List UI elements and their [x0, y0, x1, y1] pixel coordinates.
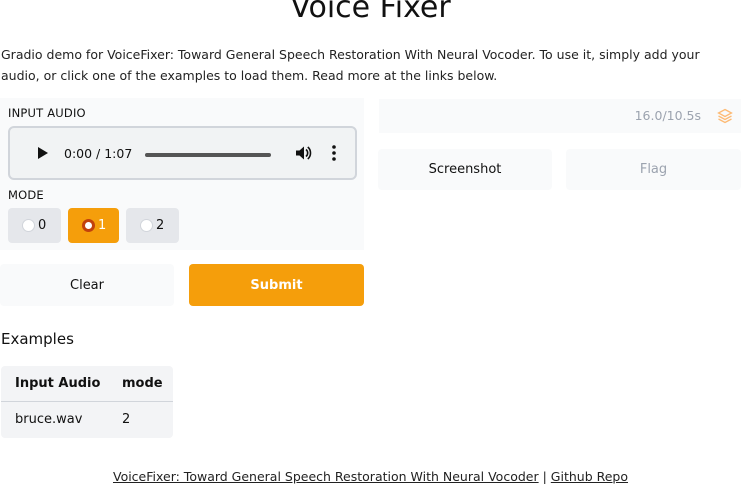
player-time: 0:00 / 1:07 — [64, 146, 133, 161]
footer: VoiceFixer: Toward General Speech Restor… — [0, 469, 741, 484]
audio-progress-bar[interactable] — [145, 153, 271, 157]
example-mode-cell[interactable]: 2 — [122, 412, 130, 427]
more-vertical-icon[interactable] — [332, 144, 336, 162]
flag-button[interactable]: Flag — [566, 149, 741, 190]
clear-button[interactable]: Clear — [0, 264, 174, 306]
output-timing: 16.0/10.5s — [634, 108, 701, 123]
play-icon[interactable] — [38, 147, 48, 159]
examples-header-mode: mode — [122, 376, 163, 391]
mode-option-label: 2 — [156, 218, 165, 233]
github-link[interactable]: Github Repo — [551, 469, 628, 484]
volume-icon[interactable] — [294, 144, 312, 162]
examples-header-input-audio: Input Audio — [15, 376, 101, 391]
submit-button[interactable]: Submit — [189, 264, 364, 306]
audio-player[interactable]: 0:00 / 1:07 — [14, 132, 351, 174]
table-row[interactable]: bruce.wav 2 — [1, 402, 173, 438]
example-audio-cell[interactable]: bruce.wav — [15, 412, 82, 427]
mode-option-2[interactable]: 2 — [126, 208, 179, 243]
radio-dot — [140, 219, 153, 232]
examples-title: Examples — [1, 330, 74, 348]
mode-option-label: 1 — [98, 218, 107, 233]
page-description: Gradio demo for VoiceFixer: Toward Gener… — [1, 47, 700, 83]
radio-dot-selected — [82, 219, 95, 232]
paper-link[interactable]: VoiceFixer: Toward General Speech Restor… — [113, 469, 539, 484]
mode-option-1[interactable]: 1 — [68, 208, 119, 243]
radio-dot — [22, 219, 35, 232]
audio-input[interactable]: 0:00 / 1:07 — [8, 126, 357, 180]
mode-option-label: 0 — [38, 218, 47, 233]
screenshot-button[interactable]: Screenshot — [378, 149, 552, 190]
examples-table: Input Audio mode bruce.wav 2 — [1, 366, 173, 438]
mode-option-0[interactable]: 0 — [8, 208, 61, 243]
output-audio-panel: 16.0/10.5s — [379, 99, 741, 133]
examples-header-row: Input Audio mode — [1, 366, 173, 402]
layers-icon — [717, 108, 733, 124]
input-audio-label: INPUT AUDIO — [8, 106, 86, 120]
page-title: Voice Fixer — [290, 0, 451, 25]
footer-separator: | — [542, 469, 547, 484]
mode-label: MODE — [8, 188, 44, 202]
